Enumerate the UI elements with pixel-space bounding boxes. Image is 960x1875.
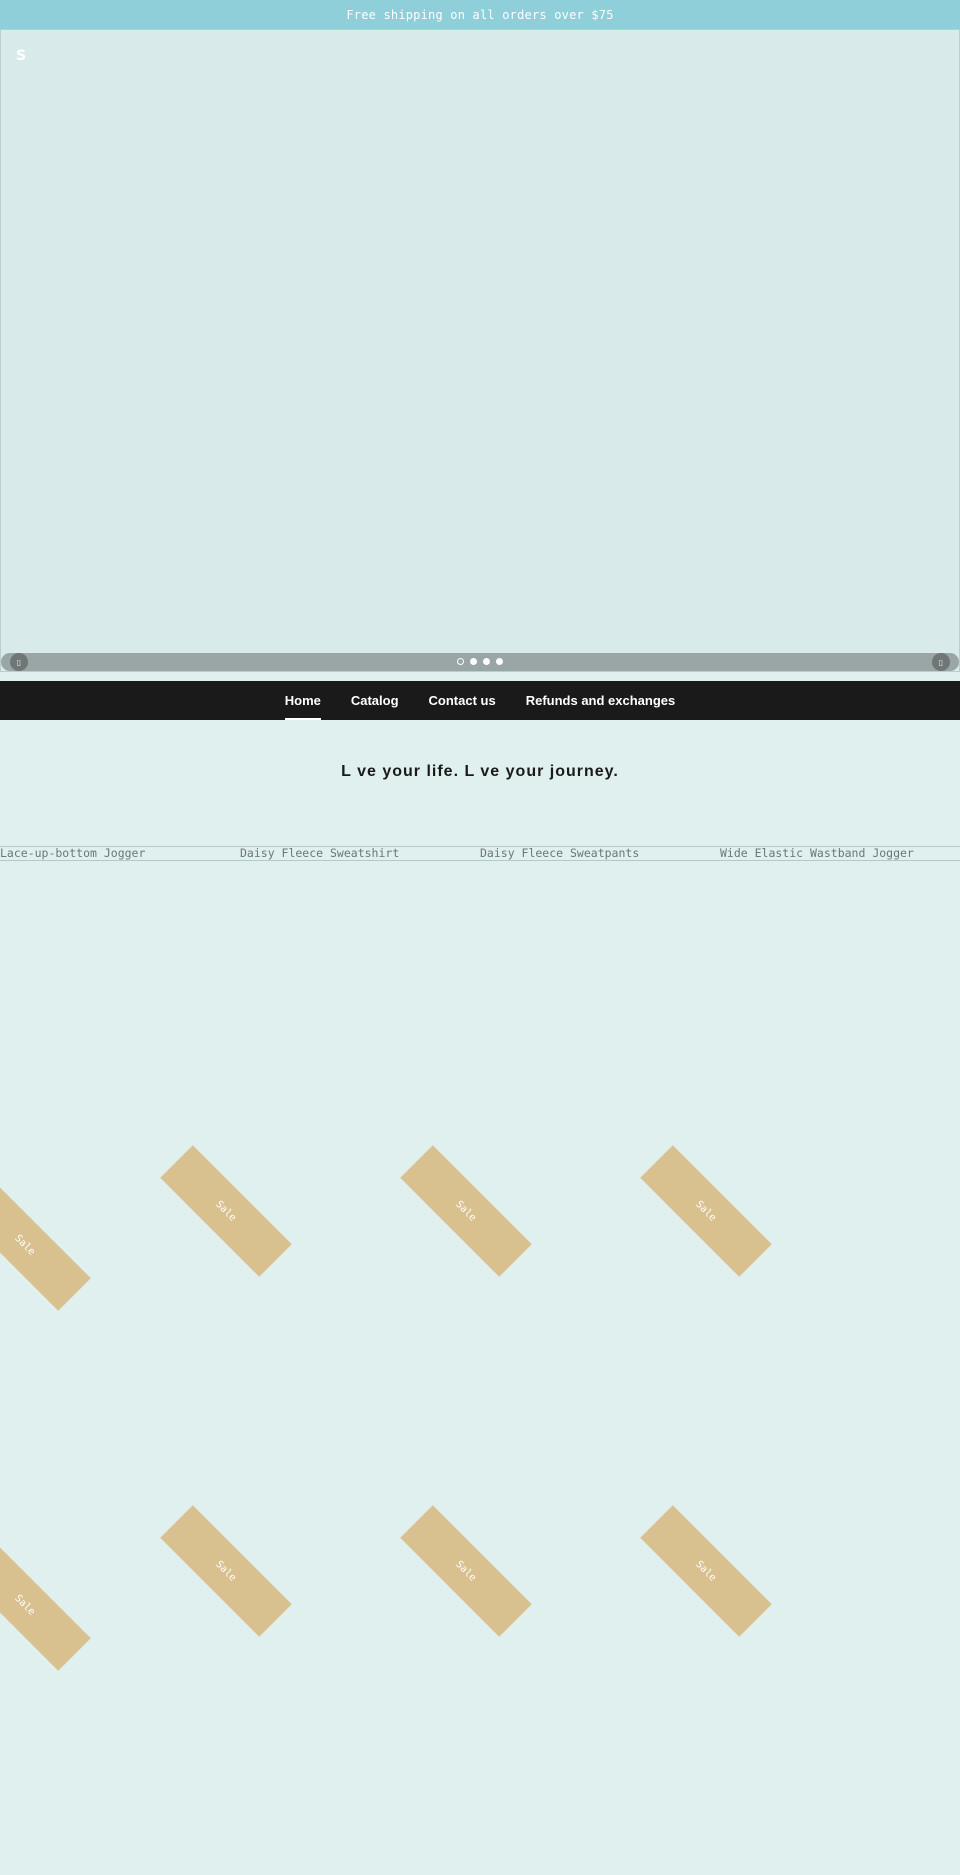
- nav-item-contact-us[interactable]: Contact us: [414, 681, 511, 720]
- product-title[interactable]: Lace-up-bottom Jogger: [0, 847, 240, 860]
- product-title[interactable]: Daisy Fleece Sweatpants: [480, 847, 720, 860]
- tagline-heading: L ve your life. L ve your journey.: [341, 763, 619, 780]
- slide-dot-3[interactable]: [483, 658, 490, 665]
- announcement-bar: Free shipping on all orders over $75: [0, 0, 960, 29]
- nav-item-refunds-and-exchanges[interactable]: Refunds and exchanges: [511, 681, 691, 720]
- store-logo[interactable]: S: [16, 48, 26, 64]
- sale-badge: Sale: [0, 1539, 91, 1671]
- product-title[interactable]: Daisy Fleece Sweatshirt: [240, 847, 480, 860]
- slide-dot-2[interactable]: [470, 658, 477, 665]
- sale-badge: Sale: [0, 1179, 91, 1311]
- slide-dot-4[interactable]: [496, 658, 503, 665]
- hero-slideshow[interactable]: S ▯ ▯: [0, 29, 960, 672]
- slide-pagination: [457, 658, 503, 665]
- announcement-text: Free shipping on all orders over $75: [346, 7, 614, 22]
- chevron-left-icon[interactable]: ▯: [10, 653, 28, 671]
- sale-badge: Sale: [160, 1145, 292, 1277]
- sale-badge: Sale: [160, 1505, 292, 1637]
- slideshow-controls: ▯ ▯: [1, 653, 959, 671]
- slide-dot-1[interactable]: [457, 658, 464, 665]
- chevron-right-icon[interactable]: ▯: [932, 653, 950, 671]
- nav-item-home[interactable]: Home: [270, 681, 336, 720]
- sale-badge: Sale: [640, 1505, 772, 1637]
- sale-badge: Sale: [640, 1145, 772, 1277]
- sale-badge: Sale: [400, 1145, 532, 1277]
- main-navigation: Home Catalog Contact us Refunds and exch…: [0, 681, 960, 720]
- nav-item-catalog[interactable]: Catalog: [336, 681, 414, 720]
- sale-badge: Sale: [400, 1505, 532, 1637]
- product-title[interactable]: Wide Elastic Wastband Jogger: [720, 847, 960, 860]
- product-grid: Lace-up-bottom Jogger Daisy Fleece Sweat…: [0, 846, 960, 861]
